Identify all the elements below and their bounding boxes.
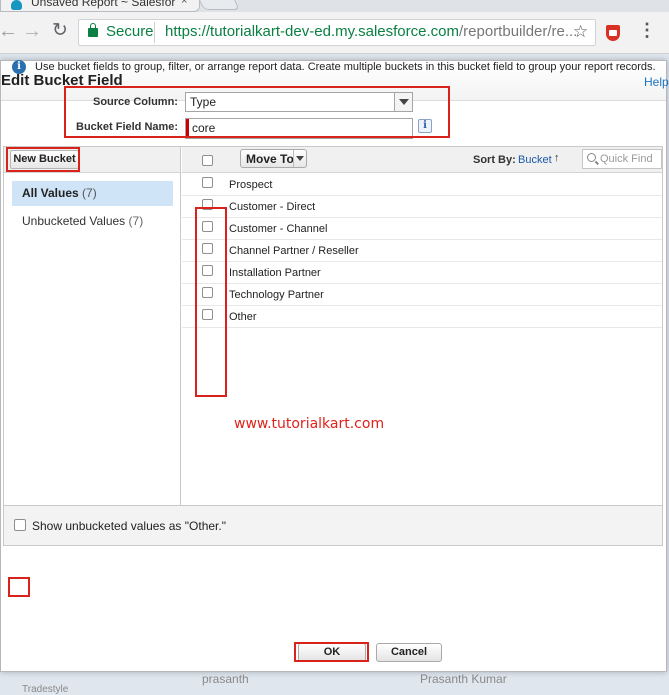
reload-icon[interactable]: ↻ [52, 21, 68, 41]
new-tab-button[interactable] [196, 0, 240, 10]
list-item[interactable]: Installation Partner [182, 262, 662, 284]
cancel-button[interactable]: Cancel [376, 643, 442, 662]
value-label: Technology Partner [229, 289, 324, 301]
browser-tab[interactable]: Unsaved Report ~ Salesfor × [0, 0, 200, 12]
help-link[interactable]: Help [644, 75, 669, 89]
list-item[interactable]: Technology Partner [182, 284, 662, 306]
sort-arrow-icon[interactable]: ↑ [554, 152, 560, 164]
sort-by-label: Sort By: [473, 154, 516, 166]
info-icon: i [12, 60, 26, 74]
secure-label: Secure [106, 23, 154, 40]
bucket-editor-panel: New Bucket All Values (7) Unbucketed Val… [3, 146, 663, 506]
value-checkbox[interactable] [202, 177, 213, 188]
highlight-box-form [64, 86, 450, 138]
back-arrow-icon[interactable]: ← [0, 21, 18, 41]
all-values-count: (7) [82, 186, 97, 200]
search-icon [587, 153, 596, 162]
tab-close-icon[interactable]: × [181, 0, 187, 7]
list-item[interactable]: Customer - Direct [182, 196, 662, 218]
list-item[interactable]: Prospect [182, 174, 662, 196]
move-to-label: Move To [246, 152, 294, 166]
show-other-row: Show unbucketed values as "Other." [3, 506, 663, 546]
unbucketed-text: Unbucketed Values [22, 214, 126, 228]
value-label: Installation Partner [229, 267, 321, 279]
highlight-box-ok [294, 642, 369, 662]
shield-extension-icon[interactable] [606, 25, 620, 41]
all-values-text: All Values [22, 186, 79, 200]
tab-title: Unsaved Report ~ Salesfor [31, 0, 176, 9]
show-other-label: Show unbucketed values as "Other." [32, 519, 226, 533]
value-label: Customer - Channel [229, 223, 328, 235]
value-label: Channel Partner / Reseller [229, 245, 359, 257]
info-text: Use bucket fields to group, filter, or a… [35, 61, 656, 73]
forward-arrow-icon[interactable]: → [22, 21, 42, 41]
list-item[interactable]: Other [182, 306, 662, 328]
values-pane: Move To Sort By: Bucket ↑ Prospect Custo… [182, 147, 662, 505]
salesforce-cloud-icon [11, 0, 22, 10]
url-path: /reportbuilder/re... [459, 23, 578, 40]
unbucketed-count: (7) [128, 214, 144, 228]
bucket-list-pane: New Bucket All Values (7) Unbucketed Val… [4, 147, 181, 505]
url-text[interactable]: https://tutorialkart-dev-ed.my.salesforc… [165, 23, 577, 40]
address-separator [154, 22, 155, 43]
list-item[interactable]: Channel Partner / Reseller [182, 240, 662, 262]
show-other-checkbox[interactable] [14, 519, 26, 531]
highlight-box-other-checkbox [8, 577, 30, 597]
bucket-item-unbucketed[interactable]: Unbucketed Values (7) [22, 214, 143, 228]
lock-icon [88, 23, 98, 37]
watermark-text: www.tutorialkart.com [234, 416, 385, 432]
highlight-box-checkboxes [195, 207, 227, 397]
browser-tab-strip: Unsaved Report ~ Salesfor × [0, 0, 669, 12]
bucket-item-all-values[interactable]: All Values (7) [12, 181, 173, 206]
quick-find-box[interactable] [582, 149, 662, 169]
values-toolbar: Move To Sort By: Bucket ↑ [182, 147, 662, 173]
url-base: https://tutorialkart-dev-ed.my.salesforc… [165, 23, 459, 40]
background-row-text: prasanth [202, 672, 249, 686]
value-label: Other [229, 311, 257, 323]
bookmark-star-icon[interactable]: ☆ [573, 22, 588, 42]
sort-by-link[interactable]: Bucket [518, 154, 552, 166]
chevron-down-icon [293, 150, 306, 167]
value-label: Customer - Direct [229, 201, 316, 213]
value-label: Prospect [229, 179, 273, 191]
address-bar[interactable]: Secure https://tutorialkart-dev-ed.my.sa… [78, 19, 596, 46]
background-row-text: Tradestyle [22, 684, 69, 695]
browser-menu-icon[interactable]: ⋮ [638, 21, 656, 39]
move-to-button[interactable]: Move To [240, 149, 307, 168]
browser-toolbar: ← → ↻ Secure https://tutorialkart-dev-ed… [0, 12, 669, 54]
background-row-text: Prasanth Kumar [420, 672, 507, 686]
select-all-checkbox[interactable] [202, 155, 213, 166]
value-list: Prospect Customer - Direct Customer - Ch… [182, 174, 662, 328]
list-item[interactable]: Customer - Channel [182, 218, 662, 240]
bucket-item-label: All Values (7) [22, 186, 97, 200]
quick-find-input[interactable] [600, 150, 660, 168]
highlight-box-new-bucket [6, 147, 80, 172]
